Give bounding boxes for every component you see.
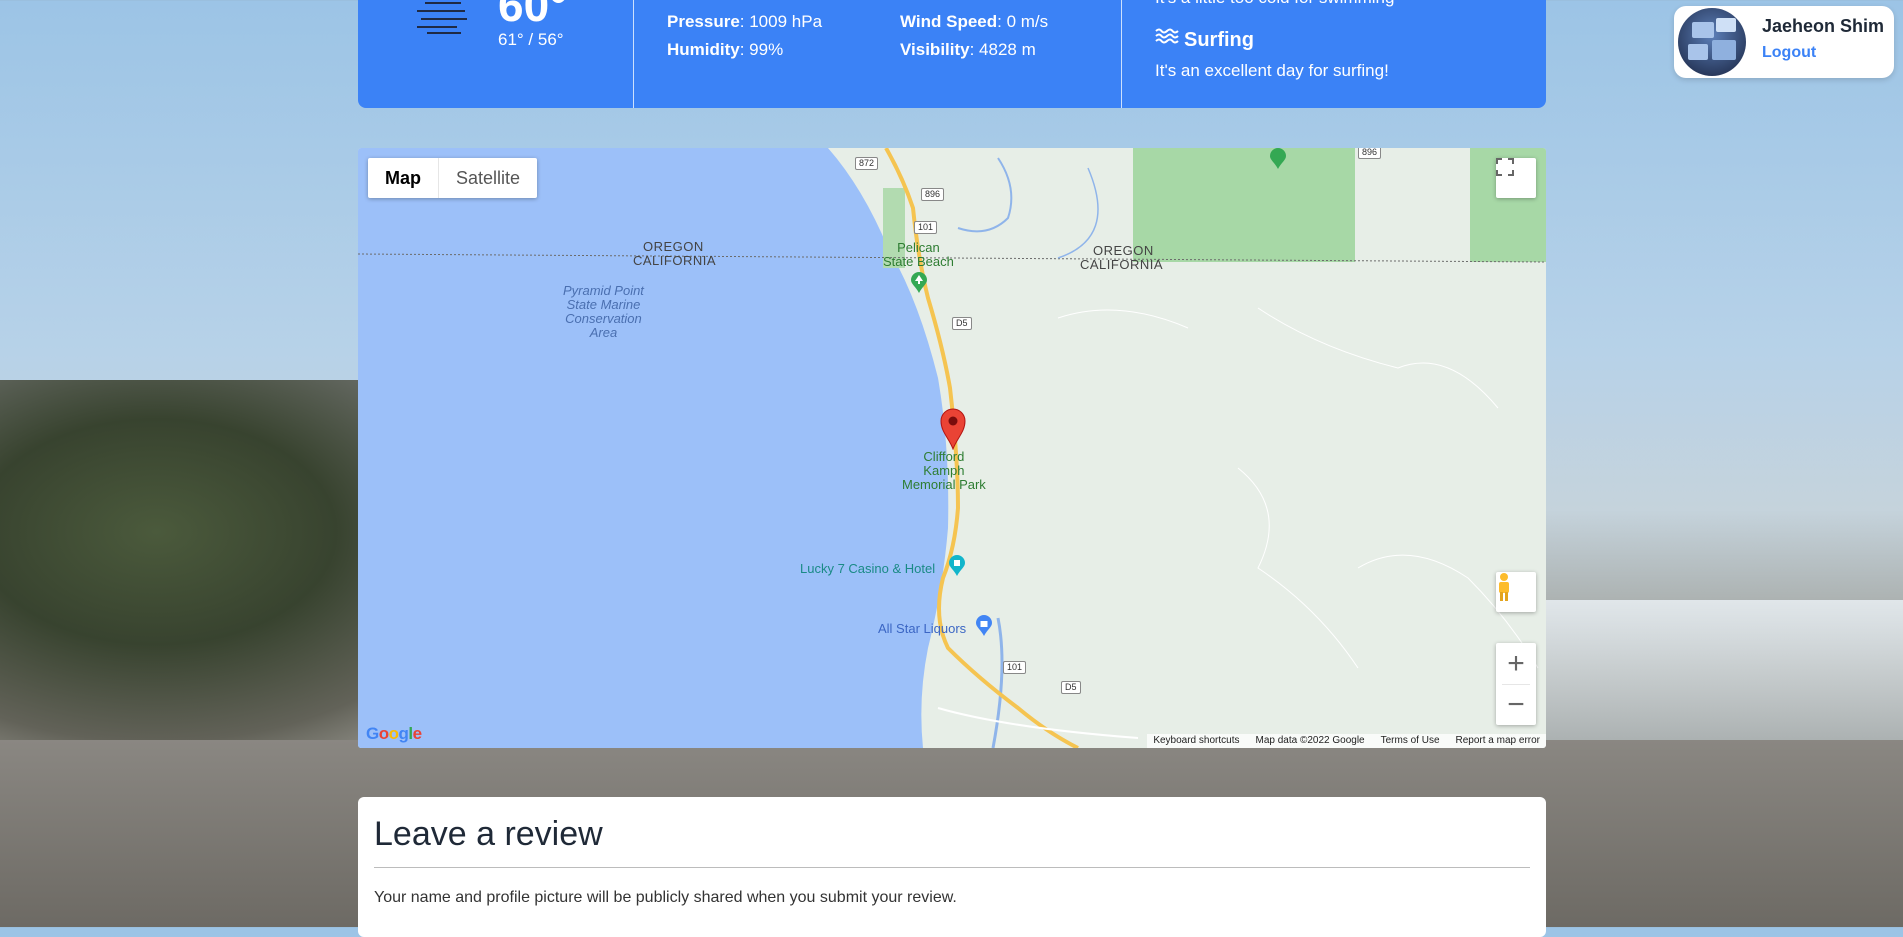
- review-notice: Your name and profile picture will be pu…: [374, 889, 957, 906]
- label-allstar[interactable]: All Star Liquors: [878, 622, 966, 636]
- label-pyramid-point: Pyramid Point State Marine Conservation …: [563, 283, 644, 340]
- review-title: Leave a review: [374, 815, 603, 853]
- shield-872: 872: [855, 157, 879, 170]
- user-card: Jaeheon Shim Logout: [1674, 6, 1894, 78]
- map-pin-icon[interactable]: [940, 408, 966, 450]
- surfing-title: Surfing: [1155, 28, 1254, 52]
- user-name: Jaeheon Shim: [1762, 16, 1885, 36]
- review-section: Leave a review Your name and profile pic…: [358, 797, 1546, 937]
- logout-link[interactable]: Logout: [1762, 44, 1816, 62]
- map-type-control: Map Satellite: [368, 158, 538, 198]
- map[interactable]: OREGON CALIFORNIA OREGON CALIFORNIA Pyra…: [358, 148, 1546, 748]
- shield-d5: D5: [952, 317, 972, 330]
- wind-value: : 0 m/s: [997, 12, 1049, 31]
- shield-896-east: 896: [1358, 148, 1382, 159]
- map-data-text: Map data ©2022 Google: [1255, 735, 1365, 746]
- humidity-stat: Humidity: 99%: [667, 40, 783, 60]
- shield-101: 101: [914, 221, 938, 234]
- surfing-title-text: Surfing: [1184, 29, 1254, 51]
- label-california-left: CALIFORNIA: [633, 253, 717, 268]
- temperature-range: 61° / 56°: [498, 30, 564, 49]
- weather-current: 60° 61° / 56°: [358, 0, 634, 108]
- fullscreen-icon: [1496, 158, 1514, 176]
- zoom-control: + −: [1496, 643, 1536, 725]
- wind-label: Wind Speed: [900, 12, 998, 31]
- shield-d5-south: D5: [1061, 681, 1081, 694]
- label-lucky7[interactable]: Lucky 7 Casino & Hotel: [800, 562, 935, 576]
- map-type-map-button[interactable]: Map: [368, 158, 439, 198]
- label-clifford-park: Clifford Kamph Memorial Park: [902, 449, 986, 492]
- zoom-out-button[interactable]: −: [1496, 684, 1536, 725]
- shield-896: 896: [921, 188, 945, 201]
- visibility-stat: Visibility: 4828 m: [900, 40, 1036, 60]
- pressure-label: Pressure: [667, 12, 740, 31]
- review-divider: [374, 867, 1530, 868]
- label-pelican-beach: Pelican State Beach: [883, 240, 954, 269]
- visibility-label: Visibility: [900, 40, 970, 59]
- current-temperature: 60°: [498, 0, 568, 31]
- humidity-value: : 99%: [739, 40, 784, 59]
- label-california-right: CALIFORNIA: [1080, 257, 1164, 272]
- hiking-icon[interactable]: [1268, 148, 1288, 170]
- surfing-text: It's an excellent day for surfing!: [1155, 61, 1389, 80]
- keyboard-shortcuts-link[interactable]: Keyboard shortcuts: [1153, 734, 1239, 748]
- humidity-label: Humidity: [667, 40, 740, 59]
- weather-activities: It's a little too cold for swimming Surf…: [1122, 0, 1546, 108]
- label-oregon-right: OREGON: [1093, 243, 1154, 258]
- waves-icon: [1155, 28, 1179, 44]
- park-icon[interactable]: [910, 272, 928, 294]
- casino-icon[interactable]: [948, 555, 966, 577]
- street-view-button[interactable]: [1496, 572, 1536, 612]
- map-attribution: Keyboard shortcuts Map data ©2022 Google…: [1147, 734, 1546, 748]
- pressure-stat-row: Pressure: 1009 hPa: [667, 12, 822, 32]
- label-oregon-left: OREGON: [643, 239, 704, 254]
- terms-link[interactable]: Terms of Use: [1381, 734, 1440, 748]
- visibility-value: : 4828 m: [969, 40, 1036, 59]
- map-type-satellite-button[interactable]: Satellite: [439, 158, 537, 198]
- shopping-icon[interactable]: [975, 615, 993, 637]
- google-logo: Google: [366, 724, 422, 743]
- wind-stat: Wind Speed: 0 m/s: [900, 12, 1048, 32]
- report-error-link[interactable]: Report a map error: [1456, 734, 1540, 748]
- pressure-value: : 1009 hPa: [739, 12, 823, 31]
- shield-101-south: 101: [1003, 661, 1027, 674]
- avatar[interactable]: [1678, 8, 1746, 76]
- swimming-note: It's a little too cold for swimming: [1155, 0, 1394, 8]
- fullscreen-button[interactable]: [1496, 158, 1536, 198]
- fog-icon: [413, 0, 469, 34]
- zoom-in-button[interactable]: +: [1496, 643, 1536, 684]
- pegman-icon: [1499, 573, 1509, 601]
